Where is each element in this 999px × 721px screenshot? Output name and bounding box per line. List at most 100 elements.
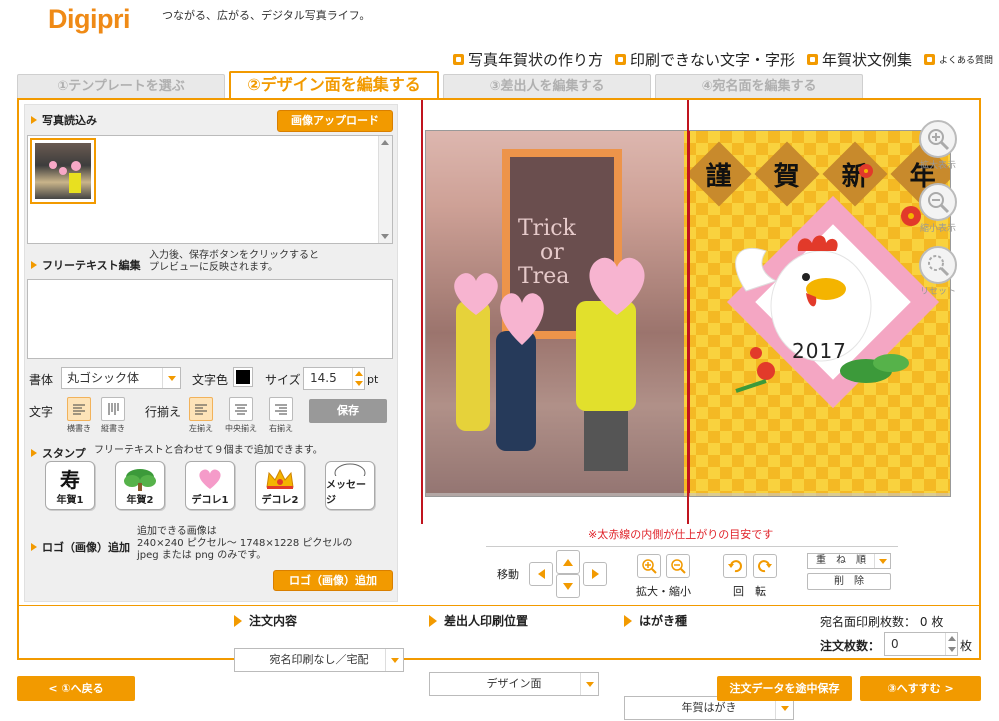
align-left-icon <box>195 404 207 415</box>
arrow-icon <box>31 261 37 269</box>
zoom-out-control[interactable]: 縮小表示 <box>919 183 957 234</box>
zoom-plus-icon <box>642 559 657 574</box>
photo-thumbnail[interactable] <box>30 138 96 204</box>
arrow-up-icon <box>563 558 573 566</box>
move-down-button[interactable] <box>556 574 580 598</box>
rotate-left-button[interactable] <box>723 554 747 578</box>
scale-down-button[interactable] <box>666 554 690 578</box>
next-button[interactable]: ③へすすむ > <box>860 676 981 701</box>
save-button[interactable]: 保存 <box>309 399 387 423</box>
stamp-nenga1[interactable]: 寿 年賀1 <box>45 461 95 510</box>
vertical-text-icon <box>108 403 119 415</box>
stamp-deco1[interactable]: デコレ1 <box>185 461 235 510</box>
alignment-label: 行揃え <box>145 405 182 419</box>
align-right-caption: 右揃え <box>269 424 293 433</box>
delete-button[interactable]: 削 除 <box>807 573 891 590</box>
move-left-button[interactable] <box>529 562 553 586</box>
tab-design[interactable]: ②デザイン面を編集する <box>229 71 439 98</box>
move-right-button[interactable] <box>583 562 607 586</box>
reset-control[interactable]: リセット <box>919 246 957 297</box>
arrow-icon <box>624 614 632 627</box>
size-input[interactable]: 14.5 <box>303 367 365 390</box>
heart-sticker <box>454 273 498 315</box>
align-center-button[interactable] <box>229 397 253 421</box>
logo-heading: ロゴ（画像）追加 <box>31 539 130 555</box>
qty-label: 注文枚数： <box>820 639 881 653</box>
link-how-to[interactable]: 写真年賀状の作り方 <box>452 49 603 70</box>
sender-position-select[interactable]: デザイン面 <box>429 672 599 696</box>
freetext-heading: フリーテキスト編集 <box>31 257 141 273</box>
stamp-deco2[interactable]: デコレ2 <box>255 461 305 510</box>
stamp-message[interactable]: メッセージ <box>325 461 375 510</box>
align-right-button[interactable] <box>269 397 293 421</box>
back-button[interactable]: < ①へ戻る <box>17 676 135 701</box>
card-photo[interactable]: Trick or Trea <box>426 131 684 496</box>
order-divider <box>17 605 981 606</box>
move-up-button[interactable] <box>556 550 580 574</box>
text-color-swatch[interactable] <box>233 367 253 387</box>
zoom-in-label: 拡大表示 <box>919 161 956 171</box>
tagline: つながる、広がる、デジタル写真ライフ。 <box>162 9 371 22</box>
zoom-in-control[interactable]: 拡大表示 <box>919 120 957 171</box>
font-label: 書体 <box>29 373 54 387</box>
plum-flower-icon <box>859 164 873 178</box>
chevron-down-icon <box>780 705 789 711</box>
link-faq[interactable]: よくある質問 <box>923 53 993 66</box>
zoom-in-icon[interactable] <box>919 120 957 158</box>
link-examples[interactable]: 年賀状文例集 <box>806 49 912 70</box>
link-icon <box>452 54 464 65</box>
arrow-icon <box>429 614 437 627</box>
order-content-select[interactable]: 宛名印刷なし／宅配 <box>234 648 404 672</box>
color-label: 文字色 <box>192 373 229 387</box>
sender-position-heading: 差出人印刷位置 <box>429 612 528 629</box>
layer-order-select[interactable]: 重 ね 順 <box>807 553 891 569</box>
rotate-left-icon <box>728 560 742 573</box>
photo-list <box>27 135 393 244</box>
qty-spinner[interactable] <box>945 633 957 655</box>
rotate-right-icon <box>758 560 772 573</box>
image-upload-button[interactable]: 画像アップロード <box>277 110 393 132</box>
vertical-writing-button[interactable] <box>101 397 125 421</box>
arrow-icon <box>31 449 37 457</box>
chevron-down-icon <box>878 558 887 564</box>
guide-note: ※太赤線の内側が仕上がりの目安です <box>588 528 774 541</box>
reset-label: リセット <box>919 287 956 297</box>
reset-icon[interactable] <box>919 246 957 284</box>
size-unit: pt <box>367 373 379 386</box>
tab-sender[interactable]: ③差出人を編集する <box>443 74 651 98</box>
arrow-icon <box>31 543 37 551</box>
save-progress-button[interactable]: 注文データを途中保存 <box>717 676 852 701</box>
digipri-logo[interactable]: Digipri <box>48 4 131 35</box>
photo-list-scrollbar[interactable] <box>378 136 392 243</box>
font-select[interactable]: 丸ゴシック体 <box>61 367 181 389</box>
tab-address[interactable]: ④宛名面を編集する <box>655 74 863 98</box>
text-direction-label: 文字 <box>29 405 54 419</box>
arrow-left-icon <box>537 569 545 579</box>
zoom-out-icon[interactable] <box>919 183 957 221</box>
kotobuki-icon: 寿 <box>60 468 80 492</box>
tab-template[interactable]: ①テンプレートを選ぶ <box>17 74 225 98</box>
freetext-textarea[interactable] <box>27 279 393 359</box>
logo-add-button[interactable]: ロゴ（画像）追加 <box>273 570 393 591</box>
align-center-caption: 中央揃え <box>225 424 257 433</box>
stamp-heading: スタンプ <box>31 445 86 461</box>
guide-line-mid <box>687 100 689 524</box>
rotate-label: 回 転 <box>733 585 766 598</box>
photo-heading: 写真読込み <box>31 112 97 128</box>
link-unprintable-chars[interactable]: 印刷できない文字・字形 <box>614 49 795 70</box>
speech-bubble-icon <box>334 463 366 476</box>
arrow-icon <box>31 116 37 124</box>
move-label: 移動 <box>497 568 519 581</box>
size-spinner[interactable] <box>352 368 364 389</box>
qty-input[interactable]: 0 <box>884 632 958 656</box>
zoom-out-label: 縮小表示 <box>919 224 956 234</box>
link-icon <box>614 54 626 65</box>
stamp-nenga2[interactable]: 年賀2 <box>115 461 165 510</box>
align-left-button[interactable] <box>189 397 213 421</box>
guide-line-left <box>421 100 423 524</box>
heart-icon <box>199 469 221 489</box>
rotate-right-button[interactable] <box>753 554 777 578</box>
horizontal-writing-button[interactable] <box>67 397 91 421</box>
photo-thumb-image <box>35 143 91 199</box>
scale-up-button[interactable] <box>637 554 661 578</box>
